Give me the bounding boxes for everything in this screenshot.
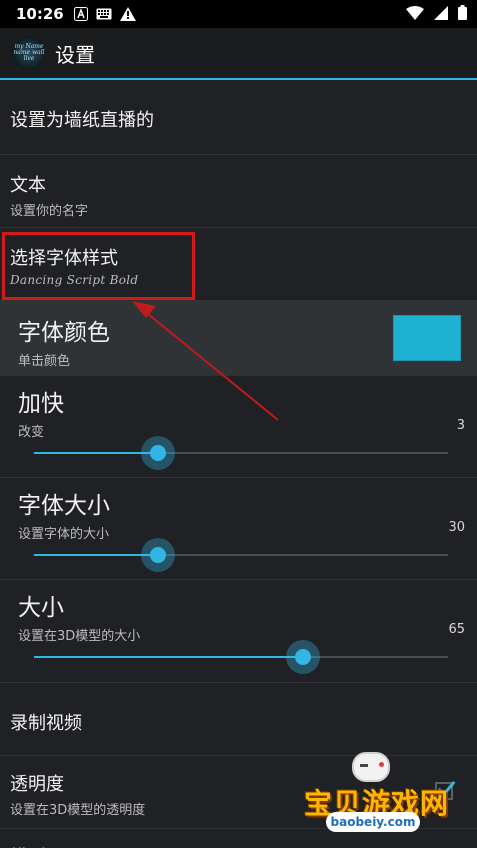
slider-thumb[interactable] (286, 640, 321, 674)
setting-summary: 设置你的名字 (10, 204, 89, 219)
signal-icon (434, 5, 448, 24)
setting-record-video[interactable]: 录制视频 (0, 683, 477, 756)
setting-summary: 设置字体的大小 (18, 527, 110, 542)
status-bar: 10:26 (0, 0, 477, 28)
slider-thumb[interactable] (141, 538, 176, 572)
setting-title: 录制视频 (10, 713, 82, 734)
setting-title: 字体大小 (18, 493, 110, 519)
setting-title: 加快 (18, 391, 64, 417)
setting-title: 文本 (10, 175, 46, 196)
setting-speed: 加快 改变 3 (0, 376, 477, 478)
battery-icon (458, 4, 467, 24)
status-time: 10:26 (16, 5, 64, 23)
color-swatch[interactable] (393, 315, 461, 361)
setting-font-size: 字体大小 设置字体的大小 30 (0, 478, 477, 580)
wifi-icon (406, 5, 424, 24)
page-title: 设置 (55, 42, 95, 67)
font-size-value: 30 (448, 520, 465, 535)
setting-summary: 设置在3D模型的大小 (18, 629, 141, 644)
gamepad-icon (352, 752, 390, 782)
notification-a-icon (73, 7, 88, 21)
setting-summary: 改变 (18, 425, 45, 440)
slider-thumb[interactable] (141, 436, 176, 470)
setting-font-style[interactable]: 选择字体样式 Dancing Script Bold (0, 228, 477, 301)
size-value: 65 (448, 622, 465, 637)
setting-title: 设置为墙纸直播的 (10, 110, 154, 131)
setting-title: 模型 (10, 843, 477, 848)
size-slider[interactable] (34, 640, 448, 674)
setting-title: 大小 (18, 595, 64, 621)
slider-fill (34, 656, 304, 658)
keyboard-icon (96, 8, 112, 20)
watermark-url: baobeiy.com (326, 812, 420, 832)
warning-icon (119, 7, 136, 21)
slider-fill (34, 554, 159, 556)
font-size-slider[interactable] (34, 538, 448, 572)
app-logo[interactable]: my Name name wall live (12, 36, 46, 70)
watermark-logo: 宝贝游戏网 baobeiy.com (300, 752, 460, 842)
speed-slider[interactable] (34, 436, 448, 470)
speed-value: 3 (456, 418, 465, 433)
app-bar: my Name name wall live 设置 (0, 28, 477, 80)
setting-text[interactable]: 文本 设置你的名字 (0, 155, 477, 228)
settings-list: 设置为墙纸直播的 文本 设置你的名字 选择字体样式 Dancing Script… (0, 82, 477, 848)
highlight-box (2, 232, 195, 300)
setting-size: 大小 设置在3D模型的大小 65 (0, 580, 477, 683)
slider-fill (34, 452, 159, 454)
setting-set-wallpaper[interactable]: 设置为墙纸直播的 (0, 82, 477, 155)
setting-font-color[interactable]: 字体颜色 单击颜色 (0, 301, 477, 376)
